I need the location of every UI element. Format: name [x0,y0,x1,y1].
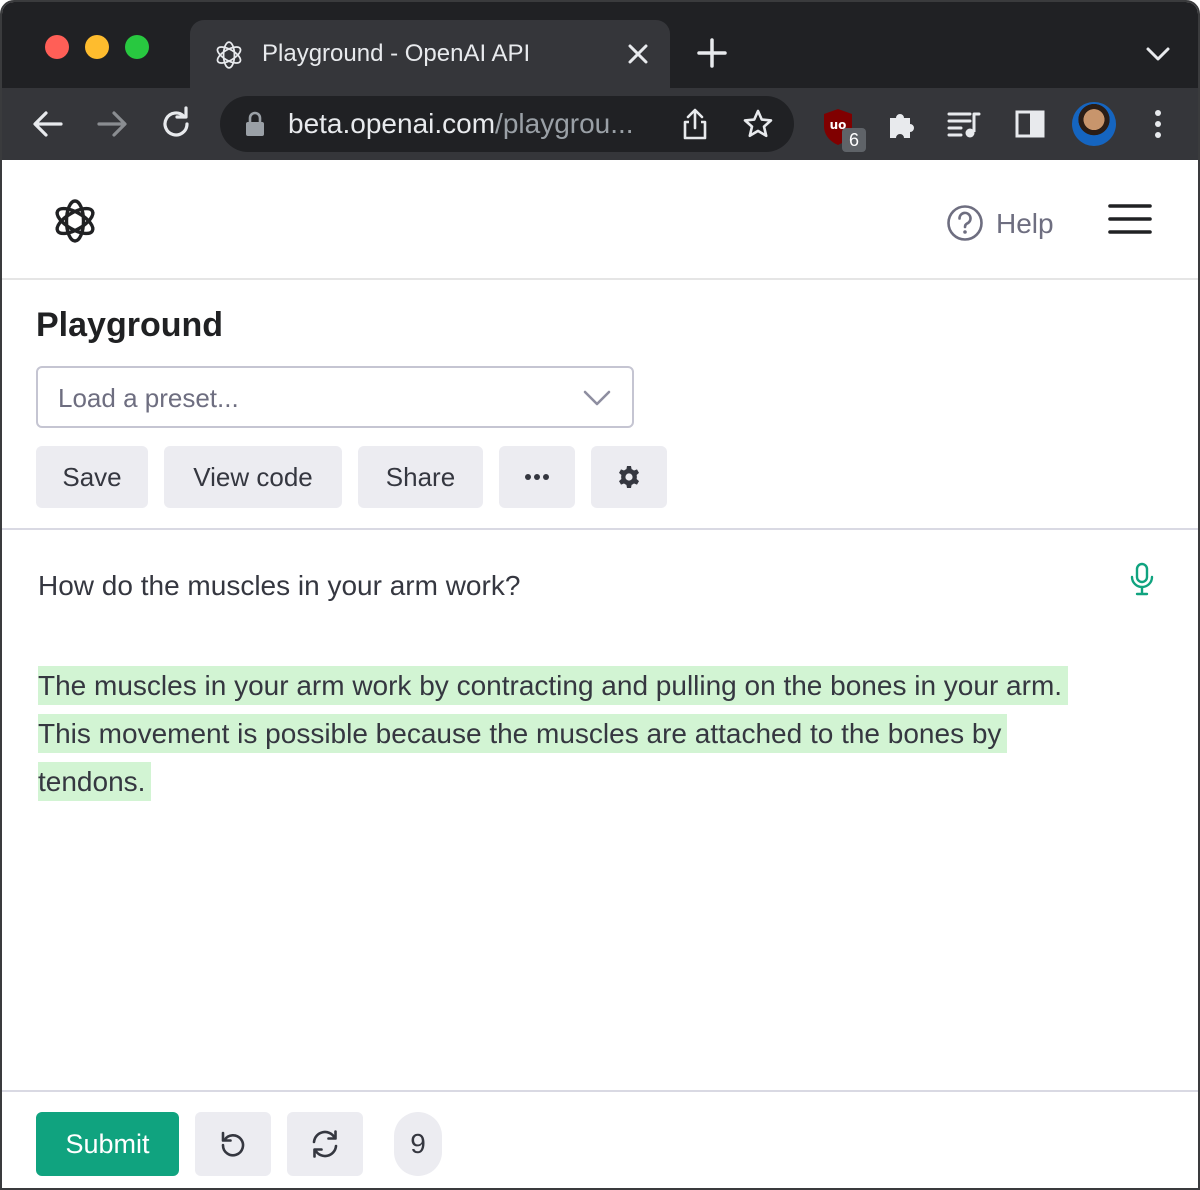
star-icon[interactable] [742,108,774,140]
help-label: Help [996,208,1054,239]
prompt-editor[interactable]: How do the muscles in your arm work? The… [2,532,1198,1090]
reload-icon[interactable] [158,106,194,142]
playground-page: Help Playground Load a preset... Save Vi… [2,160,1198,1188]
tab-bar: Playground - OpenAI API [2,2,1198,88]
ellipsis-icon [525,474,549,480]
help-icon [947,205,983,241]
close-window-button[interactable] [45,35,69,59]
regenerate-icon [312,1130,338,1158]
lock-icon[interactable] [244,111,266,137]
token-count: 9 [394,1112,442,1176]
view-code-button[interactable]: View code [164,446,342,508]
back-arrow-icon[interactable] [30,106,66,142]
editor-footer: Submit 9 [2,1090,1198,1188]
puzzle-icon[interactable] [884,106,920,142]
browser-window: Playground - OpenAI API beta.openai.com/… [0,0,1200,1190]
chevron-down-icon[interactable] [1144,42,1172,66]
active-tab[interactable]: Playground - OpenAI API [190,20,670,88]
forward-arrow-icon[interactable] [94,106,130,142]
microphone-icon[interactable] [1128,562,1156,596]
kebab-menu-icon[interactable] [1140,106,1176,142]
playground-controls: Playground Load a preset... Save View co… [2,282,1198,530]
gear-icon [619,466,639,488]
undo-icon [221,1131,245,1157]
profile-avatar[interactable] [1072,102,1116,146]
media-queue-icon[interactable] [946,106,982,142]
close-icon[interactable] [624,40,652,68]
side-panel-icon[interactable] [1012,106,1048,142]
share-button[interactable]: Share [358,446,483,508]
url-text: beta.openai.com/playgrou... [288,108,634,139]
regenerate-button[interactable] [287,1112,363,1176]
more-options-button[interactable] [499,446,575,508]
preset-select[interactable]: Load a preset... [36,366,634,428]
openai-logo-icon[interactable] [50,196,100,246]
site-header: Help [2,160,1198,280]
chevron-down-icon [583,390,611,406]
extension-badge: 6 [842,128,866,152]
browser-toolbar: beta.openai.com/playgrou... uo 6 [2,88,1198,160]
prompt-text: How do the muscles in your arm work? [38,570,521,601]
minimize-window-button[interactable] [85,35,109,59]
completion-highlight: The muscles in your arm work by contract… [38,666,1069,801]
share-icon[interactable] [680,108,710,140]
completion-text: The muscles in your arm work by contract… [38,662,1118,806]
maximize-window-button[interactable] [125,35,149,59]
preset-placeholder: Load a preset... [58,383,239,413]
tab-title: Playground - OpenAI API [262,40,531,67]
plus-icon[interactable] [696,37,728,69]
undo-button[interactable] [195,1112,271,1176]
submit-button[interactable]: Submit [36,1112,179,1176]
page-title: Playground [36,306,224,344]
settings-button[interactable] [591,446,667,508]
openai-logo-icon [216,41,242,69]
address-bar[interactable]: beta.openai.com/playgrou... [220,96,794,152]
save-button[interactable]: Save [36,446,148,508]
hamburger-icon[interactable] [1108,202,1152,236]
